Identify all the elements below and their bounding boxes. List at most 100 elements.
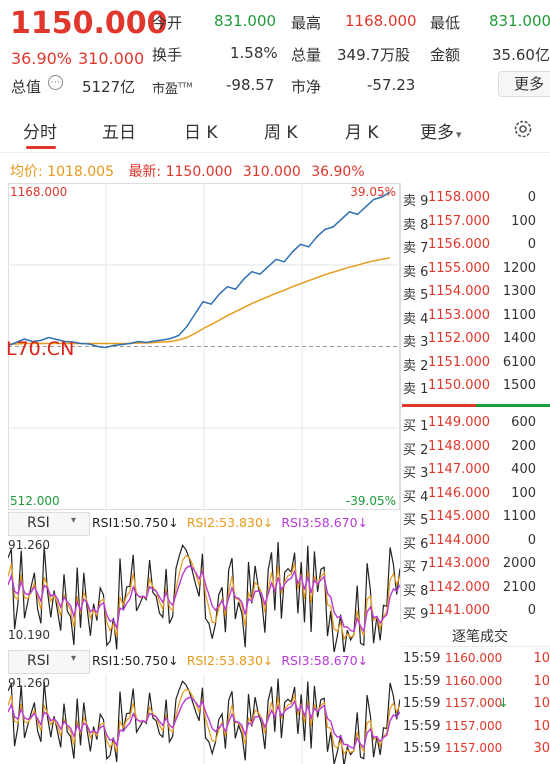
chevron-down-icon: ▾ — [71, 515, 77, 526]
tick-volume: 10 — [533, 718, 550, 734]
ask-level: 卖 9 — [403, 194, 429, 209]
high-value: 1168.000 — [345, 12, 417, 30]
ask-row[interactable]: 卖 9 1158.000 0 — [402, 186, 550, 210]
bid-level: 买 1 — [403, 419, 429, 434]
tick-row: 15:59 1157.000 30 — [402, 738, 550, 760]
ask-level: 卖 8 — [403, 217, 429, 233]
pe-label-sup: TTM — [178, 81, 193, 90]
tab-monthly-k[interactable]: 月 K — [345, 118, 379, 143]
tick-volume: 10 — [533, 696, 550, 711]
ask-volume: 1500 — [502, 378, 536, 393]
tick-price: 1157.000 — [445, 718, 503, 733]
bid-price: 1149.000 — [428, 415, 491, 430]
y-top-label: 1168.000 — [10, 185, 68, 199]
ask-row[interactable]: 卖 6 1155.000 1200 — [402, 257, 550, 281]
rsi-top-label-2: 91.260 — [8, 676, 50, 690]
tick-row: 15:59 1160.000 10 — [402, 648, 550, 670]
pct-bottom-label: -39.05% — [345, 494, 396, 508]
bid-volume: 0 — [527, 603, 536, 618]
tick-volume: 10 — [533, 673, 550, 689]
bid-row[interactable]: 买 4 1146.000 100 — [402, 482, 550, 506]
bid-row[interactable]: 买 5 1145.000 1100 — [402, 505, 550, 529]
info-icon[interactable]: ⋯ — [48, 75, 63, 90]
bid-volume: 100 — [511, 485, 536, 501]
tab-intraday[interactable]: 分时 — [23, 118, 57, 143]
rsi-panel-1[interactable]: RSI ▾ RSI1:50.750↓ RSI2:53.830↓ RSI3:58.… — [8, 512, 400, 652]
bid-volume: 2100 — [502, 579, 536, 595]
ask-row[interactable]: 卖 3 1152.000 1400 — [402, 327, 550, 351]
info-line: 均价: 1018.005 最新: 1150.000 310.000 36.90% — [10, 161, 365, 181]
bid-row[interactable]: 买 1 1149.000 600 — [402, 411, 550, 435]
pe-label-text: 市盈 — [152, 82, 179, 97]
amount-label: 金额 — [430, 46, 461, 64]
rsi2-label: RSI2:53.830 — [186, 653, 263, 668]
rsi-selector-2[interactable]: RSI ▾ — [8, 650, 90, 674]
tick-header[interactable]: 逐笔成交 — [452, 626, 508, 646]
bid-row[interactable]: 买 9 1141.000 0 — [402, 599, 550, 623]
bid-row[interactable]: 买 8 1142.000 2100 — [402, 576, 550, 600]
ask-row[interactable]: 卖 4 1153.000 1100 — [402, 304, 550, 328]
low-value: 831.000 — [489, 12, 550, 30]
rsi-bottom-label-1: 10.190 — [8, 628, 50, 642]
rsi-selector-1[interactable]: RSI ▾ — [8, 512, 90, 536]
chevron-down-icon: ▾ — [71, 653, 77, 664]
rsi-panel-2[interactable]: RSI ▾ RSI1:50.750↓ RSI2:53.830↓ RSI3:58.… — [8, 650, 400, 764]
tick-time: 15:59 — [403, 651, 441, 666]
pb-label: 市净 — [291, 78, 322, 96]
tick-price: 1160.000 — [445, 673, 503, 688]
price-chart[interactable]: 1168.000 39.05% 512.000 -39.05% L70.CN — [6, 183, 400, 510]
avg-value: 1018.005 — [47, 164, 114, 180]
ask-price: 1150.000 — [428, 378, 491, 393]
market-cap-label: 总值 — [11, 78, 42, 96]
tab-daily-k[interactable]: 日 K — [184, 118, 218, 143]
tab-active-underline — [26, 146, 56, 149]
current-price: 1150.000 — [10, 6, 168, 41]
ask-row[interactable]: 卖 1 1150.000 1500 — [402, 374, 550, 398]
bid-level: 买 6 — [403, 536, 429, 552]
ask-row[interactable]: 卖 5 1154.000 1300 — [402, 280, 550, 304]
rsi-title-2: RSI — [27, 653, 50, 669]
open-value: 831.000 — [214, 12, 277, 30]
chevron-down-icon: ▾ — [456, 128, 462, 141]
info-change-pct: 36.90% — [311, 164, 365, 180]
ask-level: 卖 3 — [403, 335, 429, 350]
ask-level: 卖 7 — [403, 241, 429, 256]
open-label: 今开 — [152, 14, 183, 32]
ask-level: 卖 2 — [403, 358, 429, 374]
amount-value: 35.60亿 — [492, 46, 550, 64]
tick-arrow: ↓ — [498, 696, 509, 711]
orderbook-divider — [402, 404, 550, 407]
pe-label: 市盈TTM — [152, 78, 192, 97]
ask-level: 卖 4 — [403, 311, 429, 327]
tab-five-day[interactable]: 五日 — [102, 118, 136, 143]
tick-header-divider — [402, 646, 550, 647]
ask-row[interactable]: 卖 2 1151.000 6100 — [402, 351, 550, 375]
bid-row[interactable]: 买 2 1148.000 200 — [402, 435, 550, 459]
tab-weekly-k[interactable]: 周 K — [264, 118, 298, 143]
pct-top-label: 39.05% — [350, 185, 396, 199]
rsi-top-label-1: 91.260 — [8, 538, 50, 552]
rsi-legend-1: RSI1:50.750↓ RSI2:53.830↓ RSI3:58.670↓ — [92, 515, 368, 530]
bid-row[interactable]: 买 6 1144.000 0 — [402, 529, 550, 553]
rsi1-label: RSI1:50.750 — [92, 653, 169, 668]
rsi2-label: RSI2:53.830 — [186, 515, 263, 530]
ask-volume: 1200 — [502, 260, 536, 276]
tab-more[interactable]: 更多 ▾ — [420, 118, 462, 143]
ask-volume: 1300 — [502, 284, 536, 299]
ask-row[interactable]: 卖 7 1156.000 0 — [402, 233, 550, 257]
ask-price: 1151.000 — [428, 354, 491, 370]
ask-price: 1154.000 — [428, 284, 491, 299]
low-label: 最低 — [430, 14, 461, 32]
bid-row[interactable]: 买 7 1143.000 2000 — [402, 552, 550, 576]
ask-volume: 1400 — [502, 331, 536, 346]
gear-icon[interactable] — [512, 118, 534, 140]
more-button[interactable]: 更多 — [498, 71, 550, 97]
bid-row[interactable]: 买 3 1147.000 400 — [402, 458, 550, 482]
y-bottom-label: 512.000 — [10, 494, 60, 508]
ask-volume: 1100 — [502, 307, 536, 323]
ask-row[interactable]: 卖 8 1157.000 100 — [402, 210, 550, 234]
bid-volume: 0 — [527, 532, 536, 548]
rsi2-arrow: ↓ — [262, 653, 274, 668]
bid-price: 1141.000 — [428, 603, 491, 618]
turnover-value: 1.58% — [230, 44, 278, 62]
